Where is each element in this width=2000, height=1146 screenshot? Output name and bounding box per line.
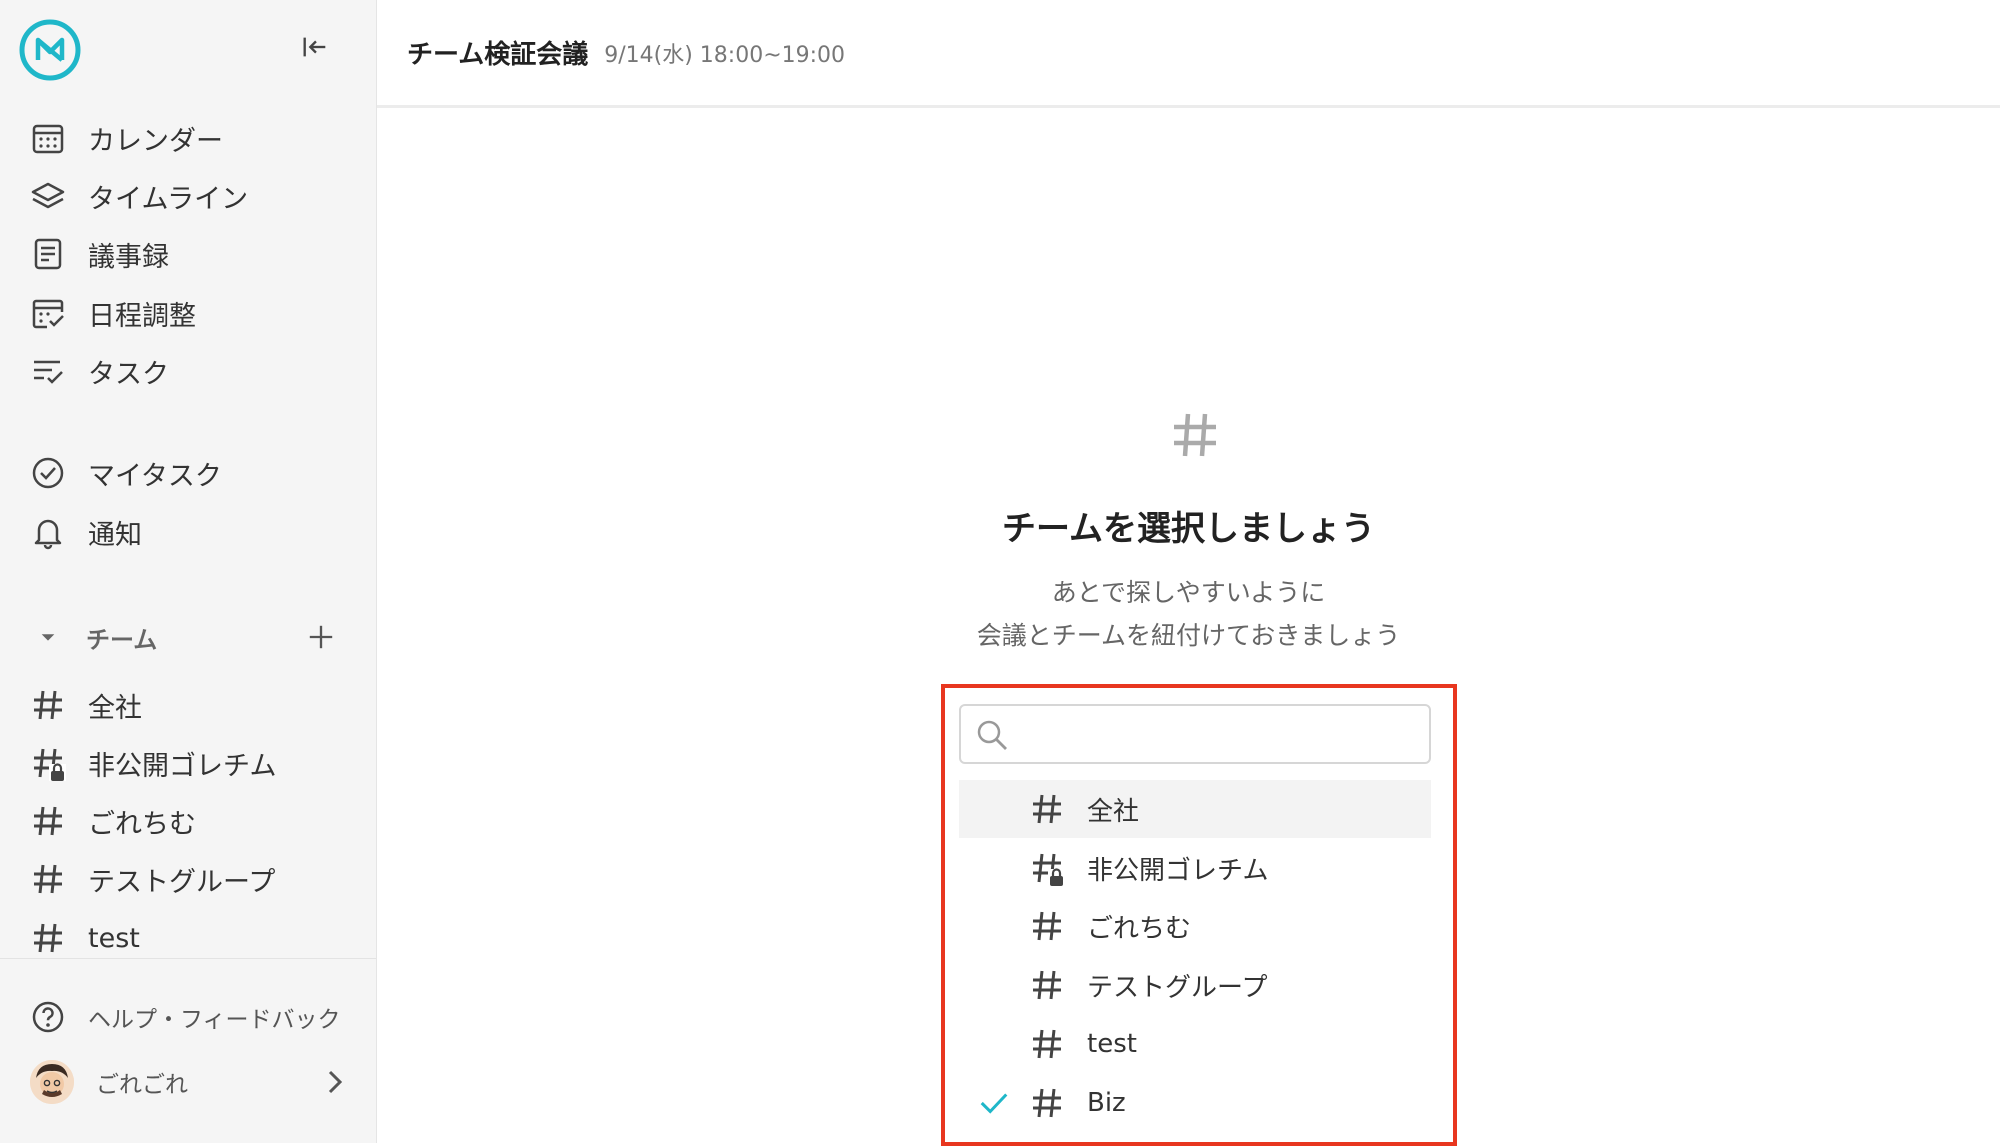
sidebar-item-label: 議事録 bbox=[88, 241, 169, 273]
calendar-icon bbox=[32, 124, 64, 154]
sidebar-team-item[interactable]: 非公開ゴレチム bbox=[30, 738, 276, 788]
chevron-right-icon[interactable] bbox=[320, 1067, 350, 1103]
sidebar-team-label: テストグループ bbox=[88, 866, 276, 898]
help-feedback-link[interactable]: ヘルプ・フィードバック bbox=[30, 999, 341, 1035]
bell-icon bbox=[34, 519, 62, 550]
team-option-label: 非公開ゴレチム bbox=[1087, 855, 1269, 886]
select-team-subtext-1: あとで探しやすいように bbox=[1051, 578, 1326, 607]
hash-icon bbox=[1029, 791, 1065, 827]
sidebar-item-label: カレンダー bbox=[88, 125, 223, 157]
hash-icon bbox=[1029, 1085, 1065, 1121]
team-option[interactable]: ごれちむ bbox=[959, 897, 1431, 955]
private-hash-icon bbox=[30, 745, 66, 781]
sidebar-item-timeline[interactable]: タイムライン bbox=[30, 171, 248, 221]
meeting-title: チーム検証会議 bbox=[407, 40, 589, 70]
sidebar-team-label: test bbox=[88, 922, 140, 954]
search-icon bbox=[977, 720, 1007, 750]
sidebar-team-item[interactable]: ごれちむ bbox=[30, 796, 196, 846]
team-option-label: Biz bbox=[1087, 1088, 1126, 1118]
private-hash-icon bbox=[1029, 850, 1065, 886]
hash-icon bbox=[30, 861, 66, 897]
team-option-label: ごれちむ bbox=[1087, 913, 1192, 944]
sidebar-team-label: 非公開ゴレチム bbox=[88, 750, 277, 782]
hash-icon bbox=[30, 803, 66, 839]
sidebar-item-tasks[interactable]: タスク bbox=[30, 346, 169, 396]
team-option[interactable]: テストグループ bbox=[959, 956, 1431, 1014]
sidebar-item-schedule[interactable]: 日程調整 bbox=[30, 288, 196, 338]
sidebar-item-my-tasks[interactable]: マイタスク bbox=[30, 448, 222, 498]
sidebar-item-label: マイタスク bbox=[88, 460, 222, 492]
team-option[interactable]: 全社 bbox=[959, 780, 1431, 838]
team-option[interactable]: test bbox=[959, 1015, 1431, 1073]
user-name: ごれごれ bbox=[96, 1072, 188, 1098]
help-feedback-label: ヘルプ・フィードバック bbox=[88, 1007, 341, 1033]
sidebar-team-item[interactable]: テストグループ bbox=[30, 854, 275, 904]
team-option-label: テストグループ bbox=[1087, 972, 1268, 1003]
team-picker-dropdown: 全社非公開ゴレチム ごれちむテストグループ test Biz bbox=[941, 684, 1457, 1146]
schedule-check-icon bbox=[32, 299, 64, 329]
check-circle-icon bbox=[32, 457, 64, 489]
team-search-box[interactable] bbox=[959, 704, 1431, 764]
sidebar-item-label: タスク bbox=[88, 358, 169, 390]
hash-icon bbox=[30, 920, 66, 956]
caret-down-icon[interactable] bbox=[30, 628, 66, 646]
avatar bbox=[30, 1060, 74, 1104]
team-option-label: test bbox=[1087, 1029, 1137, 1059]
team-select-area: チームを選択しましょう あとで探しやすいように 会議とチームを紐付けておきましょ… bbox=[377, 111, 2000, 1146]
hash-icon bbox=[1029, 1026, 1065, 1062]
sidebar-item-label: 通知 bbox=[88, 519, 142, 551]
team-option-label: 全社 bbox=[1087, 796, 1140, 827]
document-icon bbox=[34, 238, 62, 270]
meeting-time: 9/14(水) 18:00~19:00 bbox=[604, 42, 846, 68]
hash-icon bbox=[1029, 967, 1065, 1003]
team-section-header[interactable]: チーム bbox=[30, 612, 340, 662]
user-menu[interactable]: ごれごれ bbox=[30, 1057, 350, 1107]
select-team-subtext-2: 会議とチームを紐付けておきましょう bbox=[976, 621, 1401, 650]
collapse-left-icon bbox=[303, 37, 326, 57]
sidebar-footer: ヘルプ・フィードバック ごれごれ bbox=[0, 958, 376, 1143]
hash-icon bbox=[1174, 413, 1216, 457]
sidebar: カレンダー タイムライン 議事録 日程調整 タスク マイタスク 通知 チーム 全… bbox=[0, 0, 377, 1143]
plus-icon bbox=[309, 625, 333, 649]
checkmark-icon bbox=[959, 1086, 1029, 1120]
sidebar-team-item[interactable]: test bbox=[30, 913, 140, 963]
select-team-heading: チームを選択しましょう bbox=[1002, 509, 1375, 549]
sidebar-item-label: タイムライン bbox=[88, 183, 249, 215]
task-list-icon bbox=[34, 360, 63, 384]
add-team-button[interactable] bbox=[302, 618, 340, 656]
collapse-sidebar-button[interactable] bbox=[296, 28, 334, 66]
hash-icon bbox=[30, 687, 66, 723]
meeting-header: チーム検証会議 9/14(水) 18:00~19:00 bbox=[377, 0, 2000, 108]
hash-icon bbox=[1029, 908, 1065, 944]
team-search-input[interactable] bbox=[1017, 710, 1417, 758]
sidebar-item-minutes[interactable]: 議事録 bbox=[30, 229, 169, 279]
sidebar-team-label: ごれちむ bbox=[88, 808, 196, 840]
sidebar-team-item[interactable]: 全社 bbox=[30, 680, 142, 730]
team-section-label: チーム bbox=[86, 625, 158, 654]
help-circle-icon bbox=[32, 1001, 64, 1033]
sidebar-team-label: 全社 bbox=[88, 692, 142, 724]
sidebar-item-notifications[interactable]: 通知 bbox=[30, 507, 142, 557]
team-option[interactable]: Biz bbox=[959, 1074, 1431, 1132]
sidebar-item-label: 日程調整 bbox=[88, 300, 196, 332]
team-option[interactable]: 非公開ゴレチム bbox=[959, 839, 1431, 897]
layers-icon bbox=[31, 182, 65, 209]
sidebar-item-calendar[interactable]: カレンダー bbox=[30, 113, 223, 163]
app-logo-icon[interactable] bbox=[18, 18, 82, 82]
